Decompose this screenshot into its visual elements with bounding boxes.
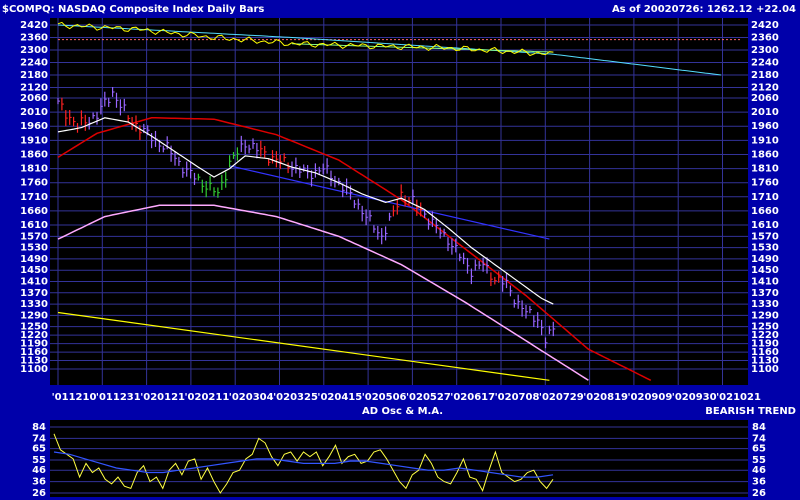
x-tick-label: '020909 <box>627 392 672 403</box>
y-tick-label-right: 2060 <box>751 93 779 104</box>
y-tick-label: 1570 <box>20 231 48 242</box>
y-tick-label-right: 1370 <box>751 288 779 299</box>
x-tick-label: '020527 <box>406 392 451 403</box>
y-tick-label: 1610 <box>20 220 48 231</box>
oscillator-panel <box>50 420 748 497</box>
x-tick-label: '011210 <box>52 392 97 403</box>
y-tick-label: 1370 <box>20 288 48 299</box>
y-tick-label: 1330 <box>20 299 48 310</box>
y-tick-label-right: 2240 <box>751 58 779 69</box>
y-tick-label-right: 2010 <box>751 107 779 118</box>
x-tick-label: '020729 <box>539 392 584 403</box>
y-tick-label-right: 2420 <box>751 20 779 31</box>
y-tick-label: 1910 <box>20 135 48 146</box>
osc-y-tick-label-right: 46 <box>752 465 766 476</box>
y-tick-label: 1490 <box>20 254 48 265</box>
y-tick-label: 2120 <box>20 83 48 94</box>
y-tick-label: 2010 <box>20 107 48 118</box>
y-tick-label: 2420 <box>20 20 48 31</box>
y-tick-label-right: 2180 <box>751 70 779 81</box>
price-chart: 2420 24202360 23602300 23002240 22402180 2180… <box>20 18 779 499</box>
y-tick-label-right: 1960 <box>751 121 779 132</box>
y-tick-label-right: 1330 <box>751 299 779 310</box>
osc-y-tick-label: 65 <box>32 444 46 455</box>
y-tick-label-right: 1860 <box>751 149 779 160</box>
y-tick-label-right: 1290 <box>751 310 779 321</box>
y-tick-label: 2060 <box>20 93 48 104</box>
y-tick-label: 1450 <box>20 265 48 276</box>
x-tick-label: '020121 <box>140 392 185 403</box>
y-tick-label-right: 1450 <box>751 265 779 276</box>
y-tick-label-right: 2300 <box>751 45 779 56</box>
y-tick-label-right: 1810 <box>751 164 779 175</box>
x-tick-label: '020415 <box>317 392 362 403</box>
x-tick-label: '021021 <box>716 392 761 403</box>
osc-y-tick-label: 46 <box>32 465 46 476</box>
y-tick-label: 2300 <box>20 45 48 56</box>
y-tick-label-right: 1410 <box>751 276 779 287</box>
y-tick-label: 1810 <box>20 164 48 175</box>
y-tick-label: 1860 <box>20 149 48 160</box>
osc-y-tick-label: 84 <box>32 422 46 433</box>
y-tick-label-right: 1910 <box>751 135 779 146</box>
y-tick-label-right: 1660 <box>751 206 779 217</box>
osc-y-tick-label-right: 36 <box>752 477 766 488</box>
y-tick-label-right: 1710 <box>751 192 779 203</box>
osc-y-tick-label: 36 <box>32 477 46 488</box>
y-tick-label-right: 1570 <box>751 231 779 242</box>
y-tick-label: 1410 <box>20 276 48 287</box>
y-tick-label-right: 1760 <box>751 178 779 189</box>
y-tick-label: 1530 <box>20 243 48 254</box>
y-tick-label: 2240 <box>20 58 48 69</box>
osc-y-tick-label-right: 26 <box>752 488 766 499</box>
y-tick-label-right: 2360 <box>751 33 779 44</box>
y-tick-label: 1760 <box>20 178 48 189</box>
y-tick-label-right: 1100 <box>751 364 779 375</box>
osc-y-tick-label: 26 <box>32 488 46 499</box>
y-tick-label: 1100 <box>20 364 48 375</box>
x-tick-label: '020211 <box>184 392 229 403</box>
y-tick-label-right: 1530 <box>751 243 779 254</box>
x-tick-label: '020304 <box>229 392 274 403</box>
y-tick-label: 1660 <box>20 206 48 217</box>
osc-y-tick-label-right: 65 <box>752 444 766 455</box>
y-tick-label: 2180 <box>20 70 48 81</box>
y-tick-label: 1960 <box>20 121 48 132</box>
y-tick-label: 1710 <box>20 192 48 203</box>
x-tick-label: '020617 <box>450 392 495 403</box>
x-tick-label: '020708 <box>495 392 540 403</box>
y-tick-label-right: 1610 <box>751 220 779 231</box>
osc-y-tick-label-right: 84 <box>752 422 766 433</box>
y-tick-label: 2360 <box>20 33 48 44</box>
x-tick-label: '020930 <box>672 392 717 403</box>
x-tick-label: '011231 <box>96 392 141 403</box>
x-tick-label: '020325 <box>273 392 318 403</box>
x-tick-label: '020506 <box>362 392 407 403</box>
main-panel <box>50 18 748 385</box>
y-tick-label-right: 2120 <box>751 83 779 94</box>
y-tick-label: 1290 <box>20 310 48 321</box>
x-tick-label: '020819 <box>583 392 628 403</box>
y-tick-label-right: 1490 <box>751 254 779 265</box>
